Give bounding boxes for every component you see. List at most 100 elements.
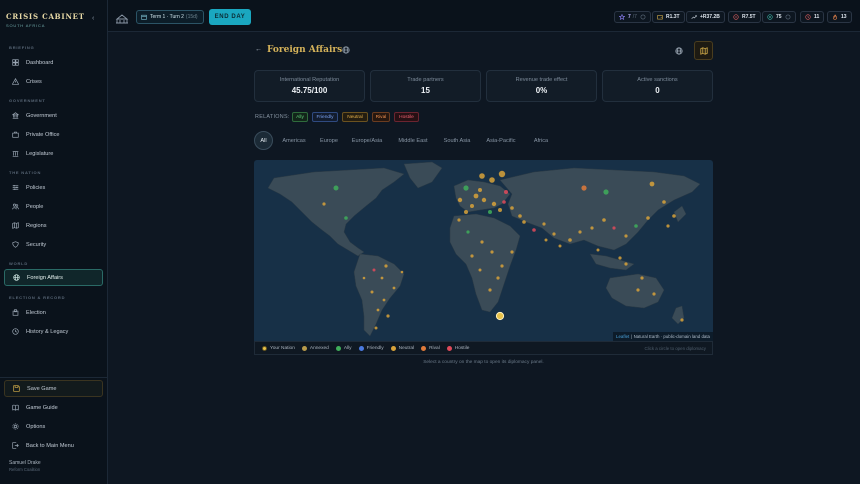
country-marker[interactable] bbox=[502, 200, 506, 204]
save-game-button[interactable]: Save Game bbox=[4, 380, 103, 397]
country-marker[interactable] bbox=[532, 228, 536, 232]
country-marker[interactable] bbox=[463, 185, 469, 191]
options-button[interactable]: Options bbox=[4, 418, 103, 435]
country-marker[interactable] bbox=[649, 181, 655, 187]
country-marker[interactable] bbox=[374, 326, 378, 330]
country-marker[interactable] bbox=[480, 240, 484, 244]
country-marker[interactable] bbox=[634, 224, 638, 228]
country-marker[interactable] bbox=[500, 264, 504, 268]
country-marker[interactable] bbox=[590, 226, 594, 230]
country-marker[interactable] bbox=[488, 210, 492, 214]
country-marker[interactable] bbox=[382, 298, 386, 302]
back-arrow-icon[interactable]: ← bbox=[255, 46, 262, 53]
country-marker[interactable] bbox=[344, 216, 348, 220]
country-marker[interactable] bbox=[488, 288, 492, 292]
country-marker[interactable] bbox=[510, 250, 514, 254]
country-marker[interactable] bbox=[386, 314, 390, 318]
tab-asia-pacific[interactable]: Asia-Pacific bbox=[481, 131, 521, 150]
country-marker[interactable] bbox=[479, 173, 485, 179]
your-nation-marker[interactable] bbox=[495, 311, 505, 321]
country-marker[interactable] bbox=[489, 177, 495, 183]
country-marker[interactable] bbox=[376, 308, 380, 312]
country-marker[interactable] bbox=[666, 224, 670, 228]
stat-budget-balance[interactable]: +R37.2B bbox=[686, 11, 725, 23]
tab-europe[interactable]: Europe bbox=[316, 131, 342, 150]
country-marker[interactable] bbox=[370, 290, 374, 294]
country-marker[interactable] bbox=[558, 244, 562, 248]
country-marker[interactable] bbox=[542, 222, 546, 226]
country-marker[interactable] bbox=[603, 189, 609, 195]
country-marker[interactable] bbox=[470, 204, 474, 208]
sidebar-item-regions[interactable]: Regions bbox=[4, 217, 103, 234]
country-marker[interactable] bbox=[612, 226, 616, 230]
leaflet-link[interactable]: Leaflet bbox=[616, 334, 629, 339]
tab-all[interactable]: All bbox=[254, 131, 273, 150]
country-marker[interactable] bbox=[496, 276, 500, 280]
country-marker[interactable] bbox=[568, 238, 572, 242]
country-marker[interactable] bbox=[624, 262, 628, 266]
country-marker[interactable] bbox=[640, 276, 644, 280]
tab-africa[interactable]: Africa bbox=[527, 131, 555, 150]
country-marker[interactable] bbox=[478, 268, 482, 272]
country-marker[interactable] bbox=[380, 276, 384, 280]
country-marker[interactable] bbox=[544, 238, 548, 242]
country-marker[interactable] bbox=[466, 230, 470, 234]
end-day-button[interactable]: END DAY bbox=[209, 9, 251, 25]
collapse-sidebar-button[interactable]: ‹ bbox=[92, 15, 94, 22]
term-indicator[interactable]: Term 1 · Turn 2 (15d) bbox=[136, 10, 204, 24]
sidebar-item-history-legacy[interactable]: History & Legacy bbox=[4, 323, 103, 340]
tab-americas[interactable]: Americas bbox=[278, 131, 310, 150]
game-guide-button[interactable]: Game Guide bbox=[4, 399, 103, 416]
country-marker[interactable] bbox=[481, 197, 487, 203]
country-marker[interactable] bbox=[636, 288, 640, 292]
country-marker[interactable] bbox=[510, 206, 514, 210]
country-marker[interactable] bbox=[372, 268, 376, 272]
country-marker[interactable] bbox=[602, 218, 606, 222]
country-marker[interactable] bbox=[333, 185, 339, 191]
sidebar-item-policies[interactable]: Policies bbox=[4, 179, 103, 196]
stat-treasury[interactable]: R1.3T bbox=[652, 11, 685, 23]
stat-national-debt[interactable]: R7.5T bbox=[728, 11, 761, 23]
stat-time-remaining[interactable]: 11 bbox=[800, 11, 825, 23]
country-marker[interactable] bbox=[392, 286, 396, 290]
country-marker[interactable] bbox=[464, 210, 468, 214]
country-marker[interactable] bbox=[518, 214, 522, 218]
country-marker[interactable] bbox=[596, 248, 600, 252]
country-marker[interactable] bbox=[552, 232, 556, 236]
sidebar-item-legislature[interactable]: Legislature bbox=[4, 145, 103, 162]
tab-south-asia[interactable]: South Asia bbox=[439, 131, 475, 150]
country-marker[interactable] bbox=[457, 197, 463, 203]
country-marker[interactable] bbox=[646, 216, 650, 220]
country-marker[interactable] bbox=[322, 202, 326, 206]
country-marker[interactable] bbox=[490, 250, 494, 254]
stat-active-crises[interactable]: 13 bbox=[827, 11, 852, 23]
sidebar-item-private-office[interactable]: Private Office bbox=[4, 126, 103, 143]
country-marker[interactable] bbox=[581, 185, 587, 191]
country-marker[interactable] bbox=[578, 230, 582, 234]
tab-europe-asia[interactable]: Europe/Asia bbox=[347, 131, 387, 150]
country-marker[interactable] bbox=[522, 220, 526, 224]
country-marker[interactable] bbox=[498, 170, 506, 178]
stat-political-capital[interactable]: 7/7 bbox=[614, 11, 651, 23]
country-marker[interactable] bbox=[362, 276, 366, 280]
sidebar-item-crises[interactable]: Crises bbox=[4, 73, 103, 90]
country-marker[interactable] bbox=[491, 201, 497, 207]
map-view-button[interactable] bbox=[694, 41, 713, 60]
country-marker[interactable] bbox=[624, 234, 628, 238]
sidebar-item-government[interactable]: Government bbox=[4, 107, 103, 124]
sidebar-item-election[interactable]: Election bbox=[4, 304, 103, 321]
country-marker[interactable] bbox=[680, 318, 684, 322]
country-marker[interactable] bbox=[652, 292, 656, 296]
sidebar-item-security[interactable]: Security bbox=[4, 236, 103, 253]
country-marker[interactable] bbox=[504, 190, 508, 194]
country-marker[interactable] bbox=[478, 188, 482, 192]
main-menu-button[interactable]: Back to Main Menu bbox=[4, 437, 103, 454]
country-marker[interactable] bbox=[672, 214, 676, 218]
stat-approval[interactable]: 75 bbox=[762, 11, 796, 23]
world-map[interactable]: Leaflet | Natural Earth · public-domain … bbox=[254, 160, 713, 341]
country-marker[interactable] bbox=[662, 200, 666, 204]
sidebar-item-foreign-affairs[interactable]: Foreign Affairs bbox=[4, 269, 103, 286]
country-marker[interactable] bbox=[457, 218, 461, 222]
country-marker[interactable] bbox=[400, 270, 404, 274]
sidebar-item-dashboard[interactable]: Dashboard bbox=[4, 54, 103, 71]
